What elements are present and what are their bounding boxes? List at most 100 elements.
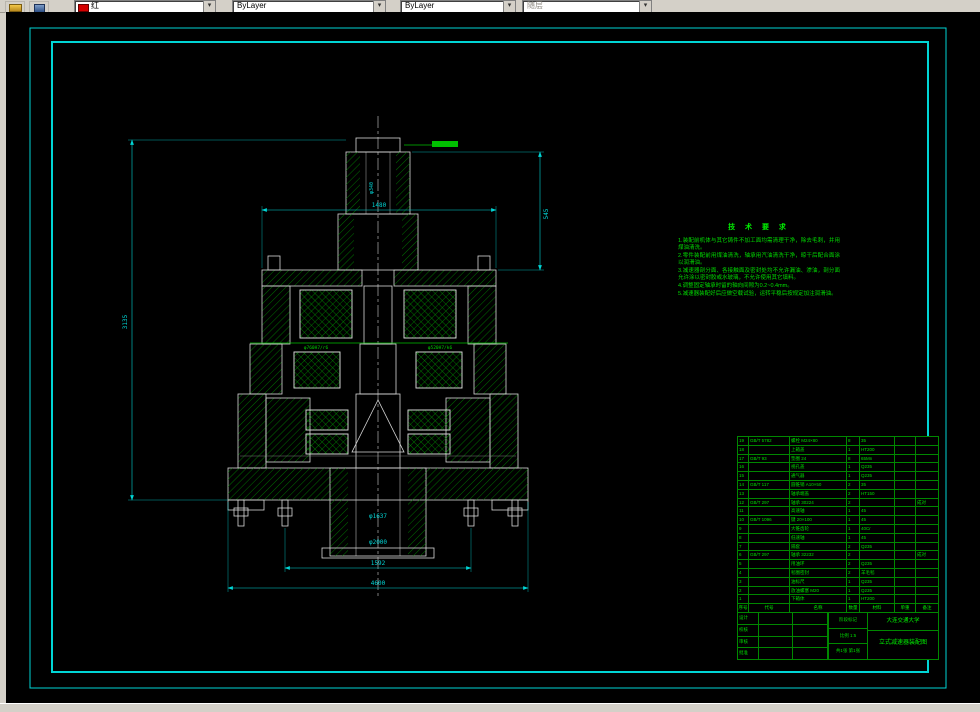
part-material: Q235 bbox=[860, 560, 894, 568]
technical-requirement-item: 4.调整固定轴承时留的轴向间隙为0.2~0.4mm。 bbox=[678, 283, 793, 289]
title-block-titles: 大连交通大学 立式减速器装配图 bbox=[868, 613, 938, 659]
part-material: 40Cr bbox=[860, 524, 894, 533]
linetype-value: ByLayer bbox=[237, 1, 267, 10]
part-code bbox=[749, 533, 789, 542]
part-weight bbox=[895, 507, 915, 516]
part-name: 通气器 bbox=[790, 472, 846, 480]
part-seq: 11 bbox=[738, 507, 748, 516]
table-row: 9 大锥齿轮 1 40Cr bbox=[738, 524, 938, 533]
part-material: Q235 bbox=[860, 586, 894, 595]
part-material: 65Mn bbox=[860, 454, 894, 463]
technical-requirements-list: 1.装配前机体与其它铸件不加工面均需清理干净，除去毛刺，并用煤油清洗。 2.零件… bbox=[678, 238, 840, 298]
part-note bbox=[916, 437, 938, 445]
header-qty: 数量 bbox=[847, 604, 859, 612]
part-material: HT200 bbox=[860, 445, 894, 454]
part-weight bbox=[895, 437, 915, 445]
part-weight bbox=[895, 533, 915, 542]
part-name: 视孔盖 bbox=[790, 463, 846, 472]
part-seq: 12 bbox=[738, 498, 748, 507]
chevron-down-icon[interactable]: ▾ bbox=[373, 1, 385, 12]
part-code bbox=[749, 560, 789, 568]
technical-requirements-title: 技 术 要 求 bbox=[728, 224, 790, 231]
part-name: 放油螺塞 M20 bbox=[790, 586, 846, 595]
part-seq: 6 bbox=[738, 551, 748, 560]
part-qty: 1 bbox=[847, 445, 859, 454]
part-seq: 16 bbox=[738, 463, 748, 472]
part-code bbox=[749, 595, 789, 604]
dim-label-top-width: 1480 bbox=[372, 202, 387, 209]
table-row: 14 GB/T 117 圆锥销 A10×50 2 35 bbox=[738, 480, 938, 489]
header-name: 名称 bbox=[790, 604, 846, 612]
folder-icon bbox=[9, 4, 22, 12]
part-name: 高速轴 bbox=[790, 507, 846, 516]
part-qty: 2 bbox=[847, 560, 859, 568]
part-weight bbox=[895, 586, 915, 595]
stage-label: 阶段标记 bbox=[829, 613, 867, 628]
part-code: GB/T 93 bbox=[749, 454, 789, 463]
part-code bbox=[749, 472, 789, 480]
color-swatch-red bbox=[78, 3, 89, 12]
part-note: 成对 bbox=[916, 498, 938, 507]
part-weight bbox=[895, 524, 915, 533]
part-material: Q235 bbox=[860, 577, 894, 586]
part-seq: 8 bbox=[738, 533, 748, 542]
part-note bbox=[916, 516, 938, 524]
part-note bbox=[916, 507, 938, 516]
part-weight bbox=[895, 560, 915, 568]
part-seq: 5 bbox=[738, 560, 748, 568]
part-name: 圆锥销 A10×50 bbox=[790, 480, 846, 489]
part-weight bbox=[895, 480, 915, 489]
part-seq: 13 bbox=[738, 489, 748, 498]
table-row: 10 GB/T 1096 键 20×100 1 45 bbox=[738, 516, 938, 524]
title-block-signatures: 设计 校核 审核 批准 bbox=[738, 613, 828, 659]
part-note bbox=[916, 445, 938, 454]
signature-cell bbox=[759, 648, 792, 659]
part-weight bbox=[895, 577, 915, 586]
signature-cell bbox=[759, 613, 792, 624]
table-row: 13 轴承端盖 2 HT150 bbox=[738, 489, 938, 498]
part-material: 羊毛毡 bbox=[860, 568, 894, 577]
part-material: HT150 bbox=[860, 489, 894, 498]
dim-label-bolt-span: 1592 bbox=[371, 560, 386, 567]
part-name: 螺栓 M24×80 bbox=[790, 437, 846, 445]
part-seq: 1 bbox=[738, 595, 748, 604]
parts-list-header-row: 序号 代号 名称 数量 材料 单重 备注 bbox=[738, 604, 938, 612]
part-seq: 7 bbox=[738, 542, 748, 551]
part-note bbox=[916, 454, 938, 463]
part-qty: 1 bbox=[847, 516, 859, 524]
part-weight bbox=[895, 472, 915, 480]
header-note: 备注 bbox=[916, 604, 938, 612]
dim-label-base-width: 4600 bbox=[371, 580, 386, 587]
fit-label-left: φ760H7/r6 bbox=[304, 345, 329, 351]
part-qty: 2 bbox=[847, 498, 859, 507]
part-material: 35 bbox=[860, 437, 894, 445]
drawing-canvas[interactable]: 3135 545 1480 φ340 φ1637 φ2000 1592 4600… bbox=[6, 12, 980, 704]
part-qty: 8 bbox=[847, 437, 859, 445]
chevron-down-icon[interactable]: ▾ bbox=[503, 1, 515, 12]
title-block-scale: 阶段标记 比例 1:5 共1张 第1张 bbox=[829, 613, 867, 660]
role-label: 设计 bbox=[738, 613, 758, 624]
part-note bbox=[916, 524, 938, 533]
part-qty: 1 bbox=[847, 472, 859, 480]
technical-requirement-item: 1.装配前机体与其它铸件不加工面均需清理干净，除去毛刺，并用煤油清洗。 bbox=[678, 238, 840, 251]
technical-requirement-item: 2.零件装配前用煤油清洗，轴承用汽油清洗干净，晾干后配合面涂以润滑油。 bbox=[678, 253, 840, 266]
part-weight bbox=[895, 454, 915, 463]
part-material: Q235 bbox=[860, 463, 894, 472]
part-code bbox=[749, 507, 789, 516]
part-material: Q235 bbox=[860, 542, 894, 551]
part-qty: 2 bbox=[847, 489, 859, 498]
part-note bbox=[916, 577, 938, 586]
role-label: 批准 bbox=[738, 648, 758, 659]
part-seq: 17 bbox=[738, 454, 748, 463]
chevron-down-icon[interactable]: ▾ bbox=[203, 1, 215, 12]
part-note: 成对 bbox=[916, 551, 938, 560]
role-label: 校核 bbox=[738, 624, 758, 636]
table-row: 3 油标尺 1 Q235 bbox=[738, 577, 938, 586]
part-seq: 4 bbox=[738, 568, 748, 577]
part-qty: 1 bbox=[847, 577, 859, 586]
fit-label-right: φ520H7/k6 bbox=[428, 345, 453, 351]
part-qty: 2 bbox=[847, 551, 859, 560]
part-code: GB/T 297 bbox=[749, 498, 789, 507]
part-weight bbox=[895, 498, 915, 507]
part-name: 键 20×100 bbox=[790, 516, 846, 524]
